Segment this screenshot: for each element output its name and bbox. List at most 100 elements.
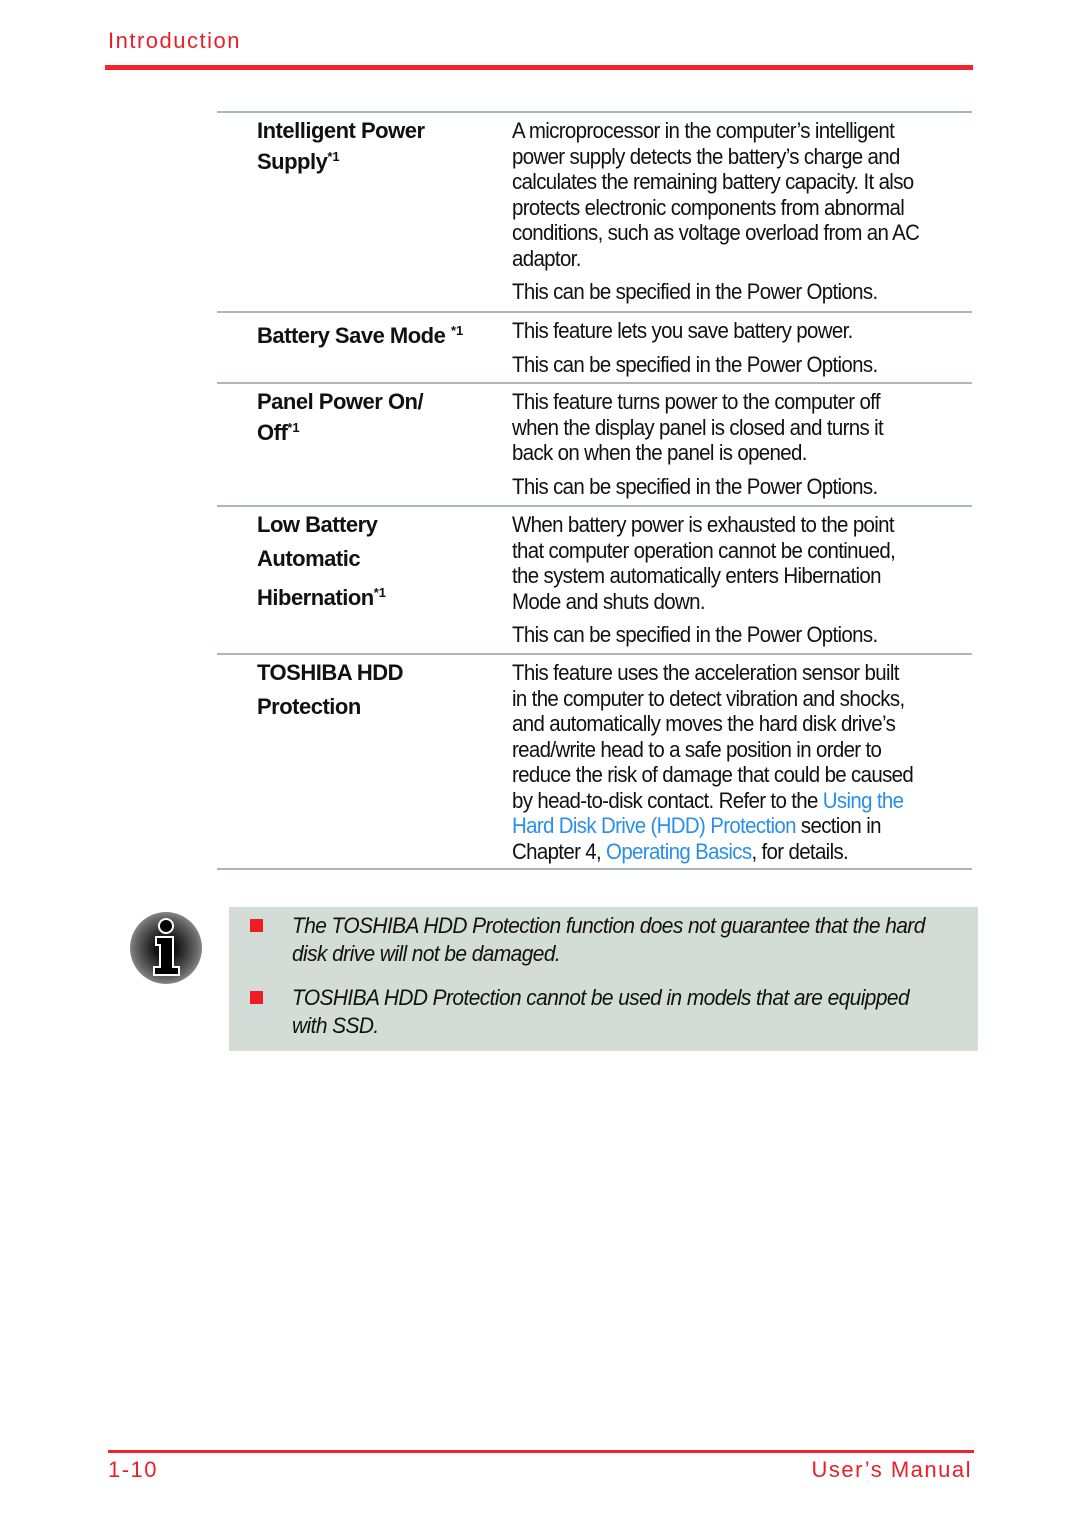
text-line: in the computer to detect vibration and … [512,686,913,712]
text-line: This can be specified in the Power Optio… [512,352,878,378]
cross-reference-link[interactable]: Using the [823,788,904,813]
text: in the computer to detect vibration and … [512,685,905,711]
term-line: Hibernation*1 [257,585,387,610]
page-number: 1-10 [108,1457,159,1482]
text: back on when the panel is opened. [512,440,807,465]
row-divider [217,653,972,655]
header-rule [105,65,973,70]
text: the system automatically enters Hibernat… [512,563,882,588]
text: Chapter 4, [512,838,607,864]
term-line: Battery Save Mode *1 [257,323,464,348]
text: This feature turns power to the computer… [512,389,881,414]
text-line: back on when the panel is opened. [512,440,883,466]
text-line: This feature turns power to the computer… [512,389,883,415]
text: by head-to-disk contact. Refer to the [512,787,823,813]
info-icon [130,912,202,984]
text: calculates the remaining battery capacit… [512,169,914,194]
bullet-icon [250,991,263,1004]
feature-term: Battery Save Mode *1 [257,318,464,348]
note-line: TOSHIBA HDD Protection cannot be used in… [292,985,910,1010]
paragraph: This can be specified in the Power Optio… [512,279,950,305]
footnote-marker: *1 [373,585,387,600]
feature-description: This feature uses the acceleration senso… [512,660,943,872]
text-line: A microprocessor in the computer’s intel… [512,118,919,144]
text-line: This feature lets you save battery power… [512,318,878,344]
footer-title: User’s Manual [811,1457,972,1482]
paragraph: This feature uses the acceleration senso… [512,660,943,864]
text-line: reduce the risk of damage that could be … [512,762,914,788]
bullet-icon [250,919,263,932]
note-box: The TOSHIBA HDD Protection function does… [229,907,978,1051]
text-line: Mode and shuts down. [512,589,895,615]
paragraph: This can be specified in the Power Optio… [512,474,911,500]
term-line: Off*1 [257,419,300,445]
row-divider [217,382,972,384]
text-line: This can be specified in the Power Optio… [512,279,919,305]
text: when the display panel is closed and tur… [512,414,884,440]
text: and automatically moves the hard disk dr… [512,711,896,736]
text: power supply detects the battery’s charg… [512,143,900,169]
footer-rule [108,1450,974,1453]
note-line: with SSD. [292,1013,379,1038]
text-line: This can be specified in the Power Optio… [512,622,895,648]
row-divider [217,111,972,113]
note-line: The TOSHIBA HDD Protection function does… [292,913,925,938]
text: This can be specified in the Power Optio… [512,622,878,647]
text: This can be specified in the Power Optio… [512,473,878,499]
text: protects electronic components from abno… [512,194,905,220]
text-line: This can be specified in the Power Optio… [512,474,883,500]
feature-description: This feature turns power to the computer… [512,389,911,507]
text-line: that computer operation cannot be contin… [512,537,896,564]
text: Mode and shuts down. [512,588,706,614]
note-item: The TOSHIBA HDD Protection function does… [292,912,958,968]
text-line: Chapter 4, Operating Basics, for details… [512,839,913,865]
text-line: read/write head to a safe position in or… [512,737,913,763]
cross-reference-link[interactable]: Hard Disk Drive (HDD) Protection [512,813,797,838]
paragraph: This feature lets you save battery power… [512,318,905,344]
term-line: Intelligent Power [257,118,425,143]
row-divider [217,505,972,507]
footnote-marker: *1 [287,419,300,435]
text: that computer operation cannot be contin… [512,537,896,563]
feature-description: A microprocessor in the computer’s intel… [512,118,950,313]
paragraph: This feature turns power to the computer… [512,389,911,466]
manual-page: Introduction Intelligent Power Supply*1 A … [0,0,1080,1529]
paragraph: A microprocessor in the computer’s intel… [512,118,950,271]
text: A microprocessor in the computer’s intel… [512,118,895,143]
text-line: calculates the remaining battery capacit… [512,169,919,195]
text: , for details. [751,838,849,864]
paragraph: This can be specified in the Power Optio… [512,622,924,648]
text: This feature lets you save battery power… [512,318,853,343]
note-item: TOSHIBA HDD Protection cannot be used in… [292,984,942,1040]
paragraph: This can be specified in the Power Optio… [512,352,905,378]
text-line: by head-to-disk contact. Refer to the Us… [512,788,913,814]
feature-term: Intelligent Power Supply*1 [257,118,425,174]
text-line: and automatically moves the hard disk dr… [512,711,913,737]
text: This can be specified in the Power Optio… [512,351,878,377]
text-line: the system automatically enters Hibernat… [512,563,895,589]
text-line: protects electronic components from abno… [512,195,919,221]
text-line: when the display panel is closed and tur… [512,414,884,441]
footnote-marker: *1 [450,323,464,338]
feature-description: This feature lets you save battery power… [512,318,905,385]
text: This feature uses the acceleration senso… [512,660,899,685]
feature-term: Panel Power On/Off*1 [257,389,424,445]
term-line: Protection [257,694,361,719]
text-line: When battery power is exhausted to the p… [512,512,895,538]
cross-reference-link[interactable]: Operating Basics [606,839,752,864]
term-line: Automatic [257,546,361,571]
text-line: conditions, such as voltage overload fro… [512,220,920,246]
feature-term: TOSHIBA HDD Protection [257,660,404,728]
text: When battery power is exhausted to the p… [512,512,895,537]
text-line: power supply detects the battery’s charg… [512,144,919,170]
paragraph: When battery power is exhausted to the p… [512,512,924,614]
text: reduce the risk of damage that could be … [512,762,914,787]
term-line: Supply*1 [257,148,340,174]
term-line: TOSHIBA HDD [257,660,404,685]
text-line: adaptor. [512,246,919,272]
term-line: Panel Power On/ [257,389,424,414]
text: This can be specified in the Power Optio… [512,279,878,304]
text-line: This feature uses the acceleration senso… [512,660,913,686]
term-line: Low Battery [257,512,378,537]
footnote-marker: *1 [327,148,340,164]
